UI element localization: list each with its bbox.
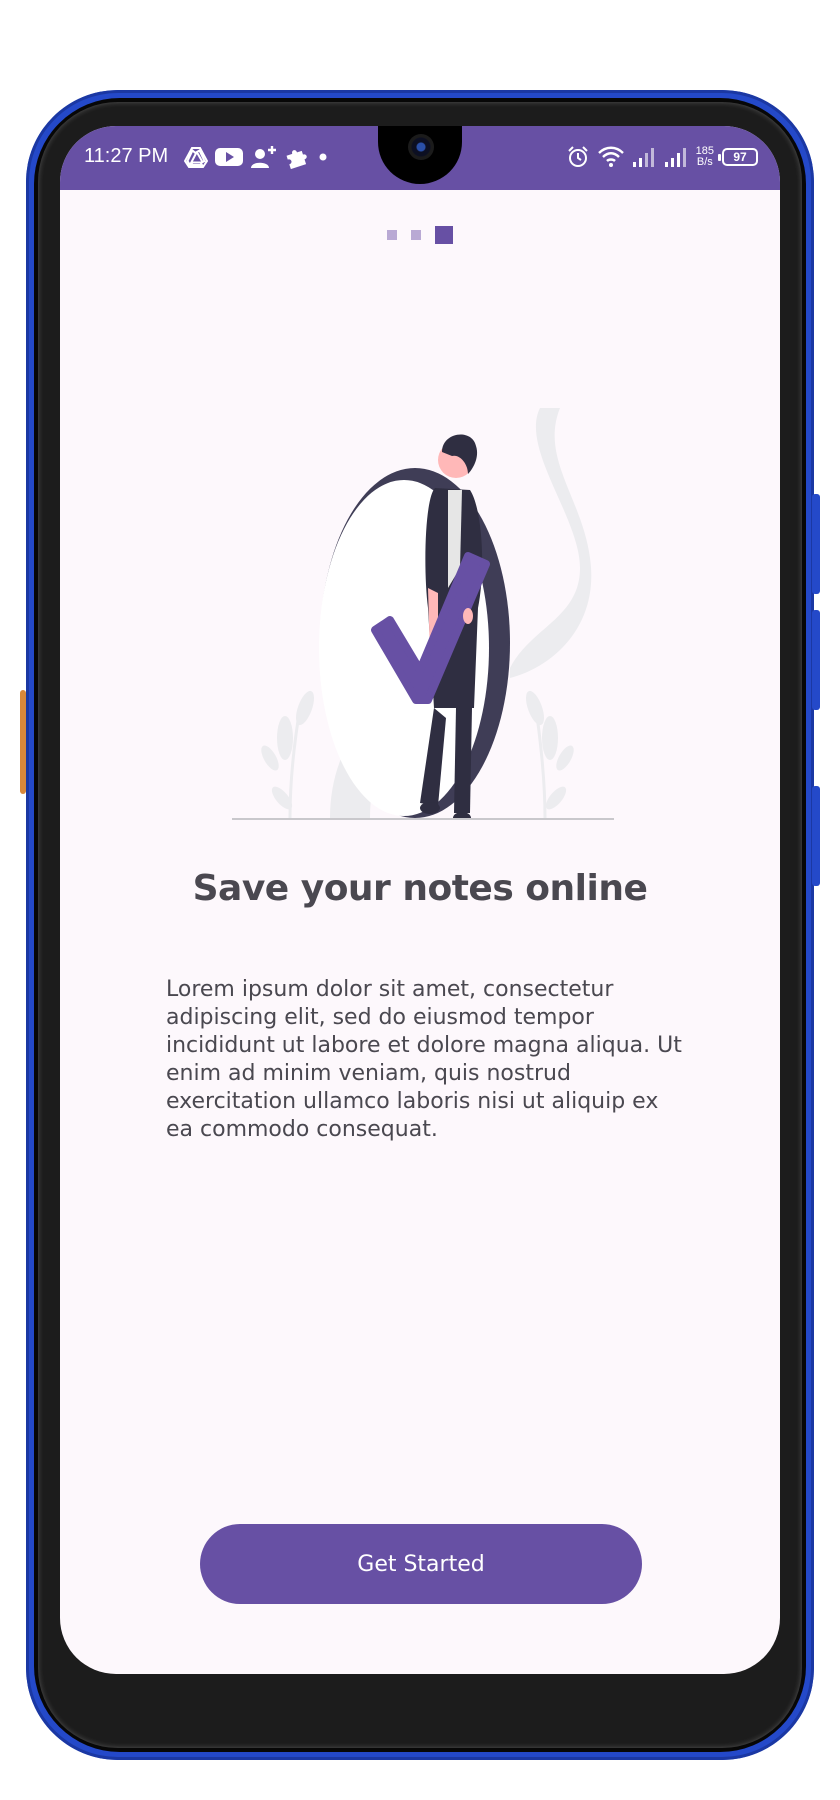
add-person-icon (251, 146, 276, 168)
page-dot[interactable] (411, 230, 421, 240)
battery-indicator: 97 (718, 148, 758, 166)
plant-left (261, 690, 315, 819)
status-icons-left (184, 142, 330, 172)
alarm-icon (567, 146, 588, 167)
person-with-checkmark-illustration (232, 408, 614, 820)
app-screen: 11:27 PM 185 B/s 97 Save your notes onli… (60, 126, 780, 1674)
network-speed: 185 B/s (696, 146, 714, 168)
page-indicator (60, 226, 780, 244)
network-speed-unit: B/s (696, 156, 713, 168)
puzzle-icon (286, 150, 307, 169)
status-bar: 11:27 PM 185 B/s 97 (60, 126, 780, 190)
camera-notch (378, 126, 462, 184)
dot-icon (319, 153, 327, 161)
volume-button (812, 494, 820, 594)
onboarding-description: Lorem ipsum dolor sit amet, consectetur … (166, 977, 682, 1142)
status-time: 11:27 PM (84, 145, 169, 167)
drive-icon (184, 147, 208, 168)
page-dot[interactable] (387, 230, 397, 240)
side-button (812, 786, 820, 886)
sim-tray (20, 690, 26, 794)
person-hand (463, 608, 473, 624)
youtube-icon (215, 148, 243, 166)
get-started-button[interactable]: Get Started (200, 1524, 642, 1604)
power-button (812, 610, 820, 710)
status-icons-right: 185 B/s 97 (566, 142, 758, 172)
signal-icon (632, 148, 654, 167)
plant-right (525, 690, 574, 819)
page-dot-active[interactable] (435, 226, 453, 244)
signal-icon (664, 148, 686, 167)
onboarding-title: Save your notes online (192, 868, 648, 909)
front-camera (408, 134, 434, 160)
background-swoosh (510, 408, 592, 678)
wifi-icon (597, 146, 624, 167)
